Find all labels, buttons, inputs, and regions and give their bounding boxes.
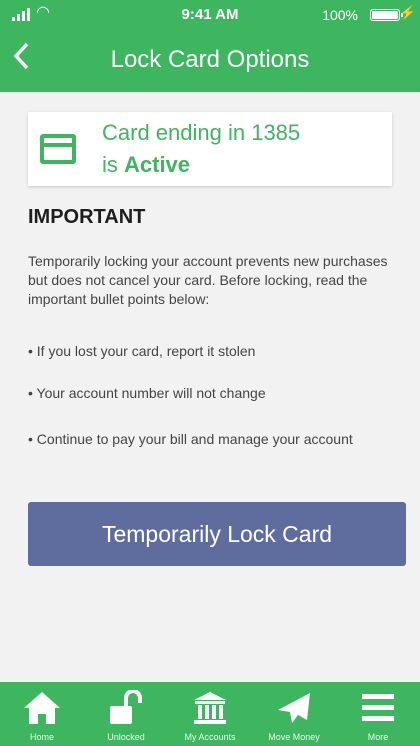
bullet-item: • Your account number will not change: [28, 385, 266, 401]
tab-my-accounts[interactable]: My Accounts: [168, 682, 252, 746]
bullet-item: • If you lost your card, report it stole…: [28, 343, 256, 359]
tab-label: Unlocked: [107, 732, 145, 742]
card-status-text: is Active: [102, 152, 190, 178]
home-icon: [24, 692, 60, 724]
page-title: Lock Card Options: [110, 46, 310, 73]
unlocked-padlock-icon: [110, 690, 142, 724]
card-status-panel: Card ending in 1385 is Active: [28, 112, 392, 186]
important-heading: IMPORTANT: [28, 206, 146, 228]
status-bar: ◠ 9:41 AM 100% ⚡: [0, 0, 420, 30]
menu-icon: [362, 694, 394, 721]
card-status-prefix: is: [102, 152, 124, 177]
tab-more[interactable]: More: [336, 682, 420, 746]
tab-label: Move Money: [268, 732, 320, 742]
tab-bar: Home Unlocked My Accounts Move Money Mor…: [0, 682, 420, 746]
temporarily-lock-card-button[interactable]: Temporarily Lock Card: [28, 502, 406, 566]
credit-card-icon: [40, 134, 76, 164]
nav-bar: Lock Card Options: [0, 30, 420, 92]
tab-label: Home: [29, 732, 54, 742]
bullet-item: • Continue to pay your bill and manage y…: [28, 431, 353, 447]
card-ending-text: Card ending in 1385: [102, 120, 301, 145]
tab-unlocked[interactable]: Unlocked: [84, 682, 168, 746]
tab-move-money[interactable]: Move Money: [252, 682, 336, 746]
paper-plane-icon: [278, 693, 310, 723]
tab-label: My Accounts: [184, 732, 236, 742]
charging-icon: ⚡: [399, 5, 416, 20]
tab-label: More: [367, 732, 389, 742]
tab-home[interactable]: Home: [0, 682, 84, 746]
bank-icon: [194, 692, 226, 724]
important-intro: Temporarily locking your account prevent…: [28, 253, 388, 307]
battery-icon: [370, 9, 403, 21]
battery-percentage: 100%: [322, 7, 358, 23]
card-status-value: Active: [124, 152, 191, 177]
